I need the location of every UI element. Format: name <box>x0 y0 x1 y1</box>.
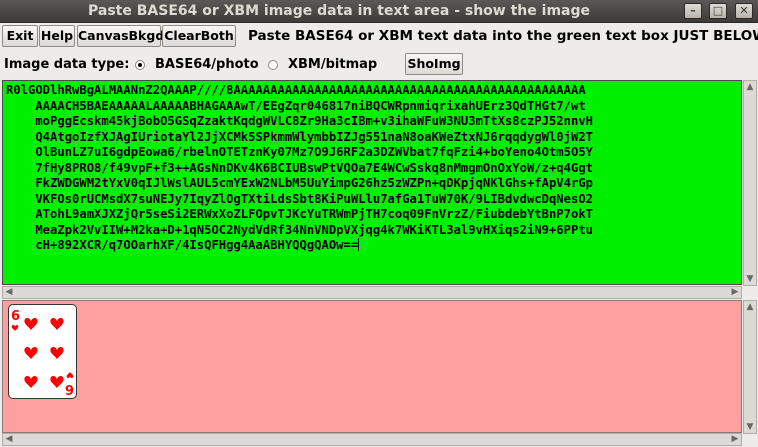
minimize-button[interactable]: – <box>684 3 702 19</box>
close-button[interactable]: ✕ <box>735 3 753 19</box>
window-title: Paste BASE64 or XBM image data in text a… <box>88 3 590 19</box>
heart-icon <box>50 376 64 389</box>
heart-icon <box>24 376 38 389</box>
image-data-text-area[interactable]: R0lGODlhRwBgALMAANnZ2QAAAP////8AAAAAAAAA… <box>2 80 742 285</box>
heart-icon <box>50 347 64 360</box>
heart-icon <box>11 325 19 332</box>
text-cursor <box>358 238 360 251</box>
canvas-scroll-up-arrow-icon[interactable]: ▲ <box>744 301 756 313</box>
text-area-vertical-scrollbar[interactable]: ▲ ▼ <box>743 80 757 286</box>
image-data-text: R0lGODlhRwBgALMAANnZ2QAAAP////8AAAAAAAAA… <box>6 83 593 252</box>
clear-both-button[interactable]: ClearBoth <box>162 25 236 47</box>
scroll-up-arrow-icon[interactable]: ▲ <box>744 81 756 93</box>
heart-icon <box>24 347 38 360</box>
exit-button[interactable]: Exit <box>2 25 38 47</box>
radio-xbm-label[interactable]: XBM/bitmap <box>288 57 377 72</box>
heart-icon <box>50 318 64 331</box>
text-area-horizontal-scrollbar[interactable]: ◀ ▶ <box>2 286 742 299</box>
image-canvas: 6 9 <box>2 300 742 433</box>
image-type-label: Image data type: <box>4 57 130 72</box>
six-of-hearts-card: 6 9 <box>11 309 74 399</box>
playing-card-image: 6 9 <box>8 304 77 399</box>
scroll-right-arrow-icon[interactable]: ▶ <box>729 287 741 298</box>
heart-icon <box>66 371 74 378</box>
canvas-scroll-left-arrow-icon[interactable]: ◀ <box>3 434 15 445</box>
radio-xbm-bitmap[interactable] <box>268 60 278 70</box>
scroll-down-arrow-icon[interactable]: ▼ <box>744 273 756 285</box>
canvas-horizontal-scrollbar[interactable]: ◀ ▶ <box>2 433 742 446</box>
radio-base64-label[interactable]: BASE64/photo <box>155 57 259 72</box>
maximize-button[interactable]: □ <box>709 3 727 19</box>
window-titlebar: Paste BASE64 or XBM image data in text a… <box>0 0 758 23</box>
scroll-left-arrow-icon[interactable]: ◀ <box>3 287 15 298</box>
toolbar-instructions: Paste BASE64 or XBM text data into the g… <box>248 28 758 44</box>
toolbar: Exit Help CanvasBkgd ClearBoth Paste BAS… <box>0 23 758 51</box>
canvas-scroll-down-arrow-icon[interactable]: ▼ <box>744 421 756 433</box>
options-row: Image data type: BASE64/photo XBM/bitmap… <box>0 53 758 79</box>
radio-base64-photo[interactable] <box>135 60 145 70</box>
canvas-scroll-right-arrow-icon[interactable]: ▶ <box>729 434 741 445</box>
card-rank-top: 6 <box>11 309 20 324</box>
card-rank-bottom: 9 <box>65 384 74 398</box>
heart-icon <box>24 318 38 331</box>
canvas-vertical-scrollbar[interactable]: ▲ ▼ <box>743 300 757 434</box>
help-button[interactable]: Help <box>39 25 75 47</box>
canvas-background-button[interactable]: CanvasBkgd <box>77 25 164 47</box>
show-image-button[interactable]: ShoImg <box>405 53 463 75</box>
